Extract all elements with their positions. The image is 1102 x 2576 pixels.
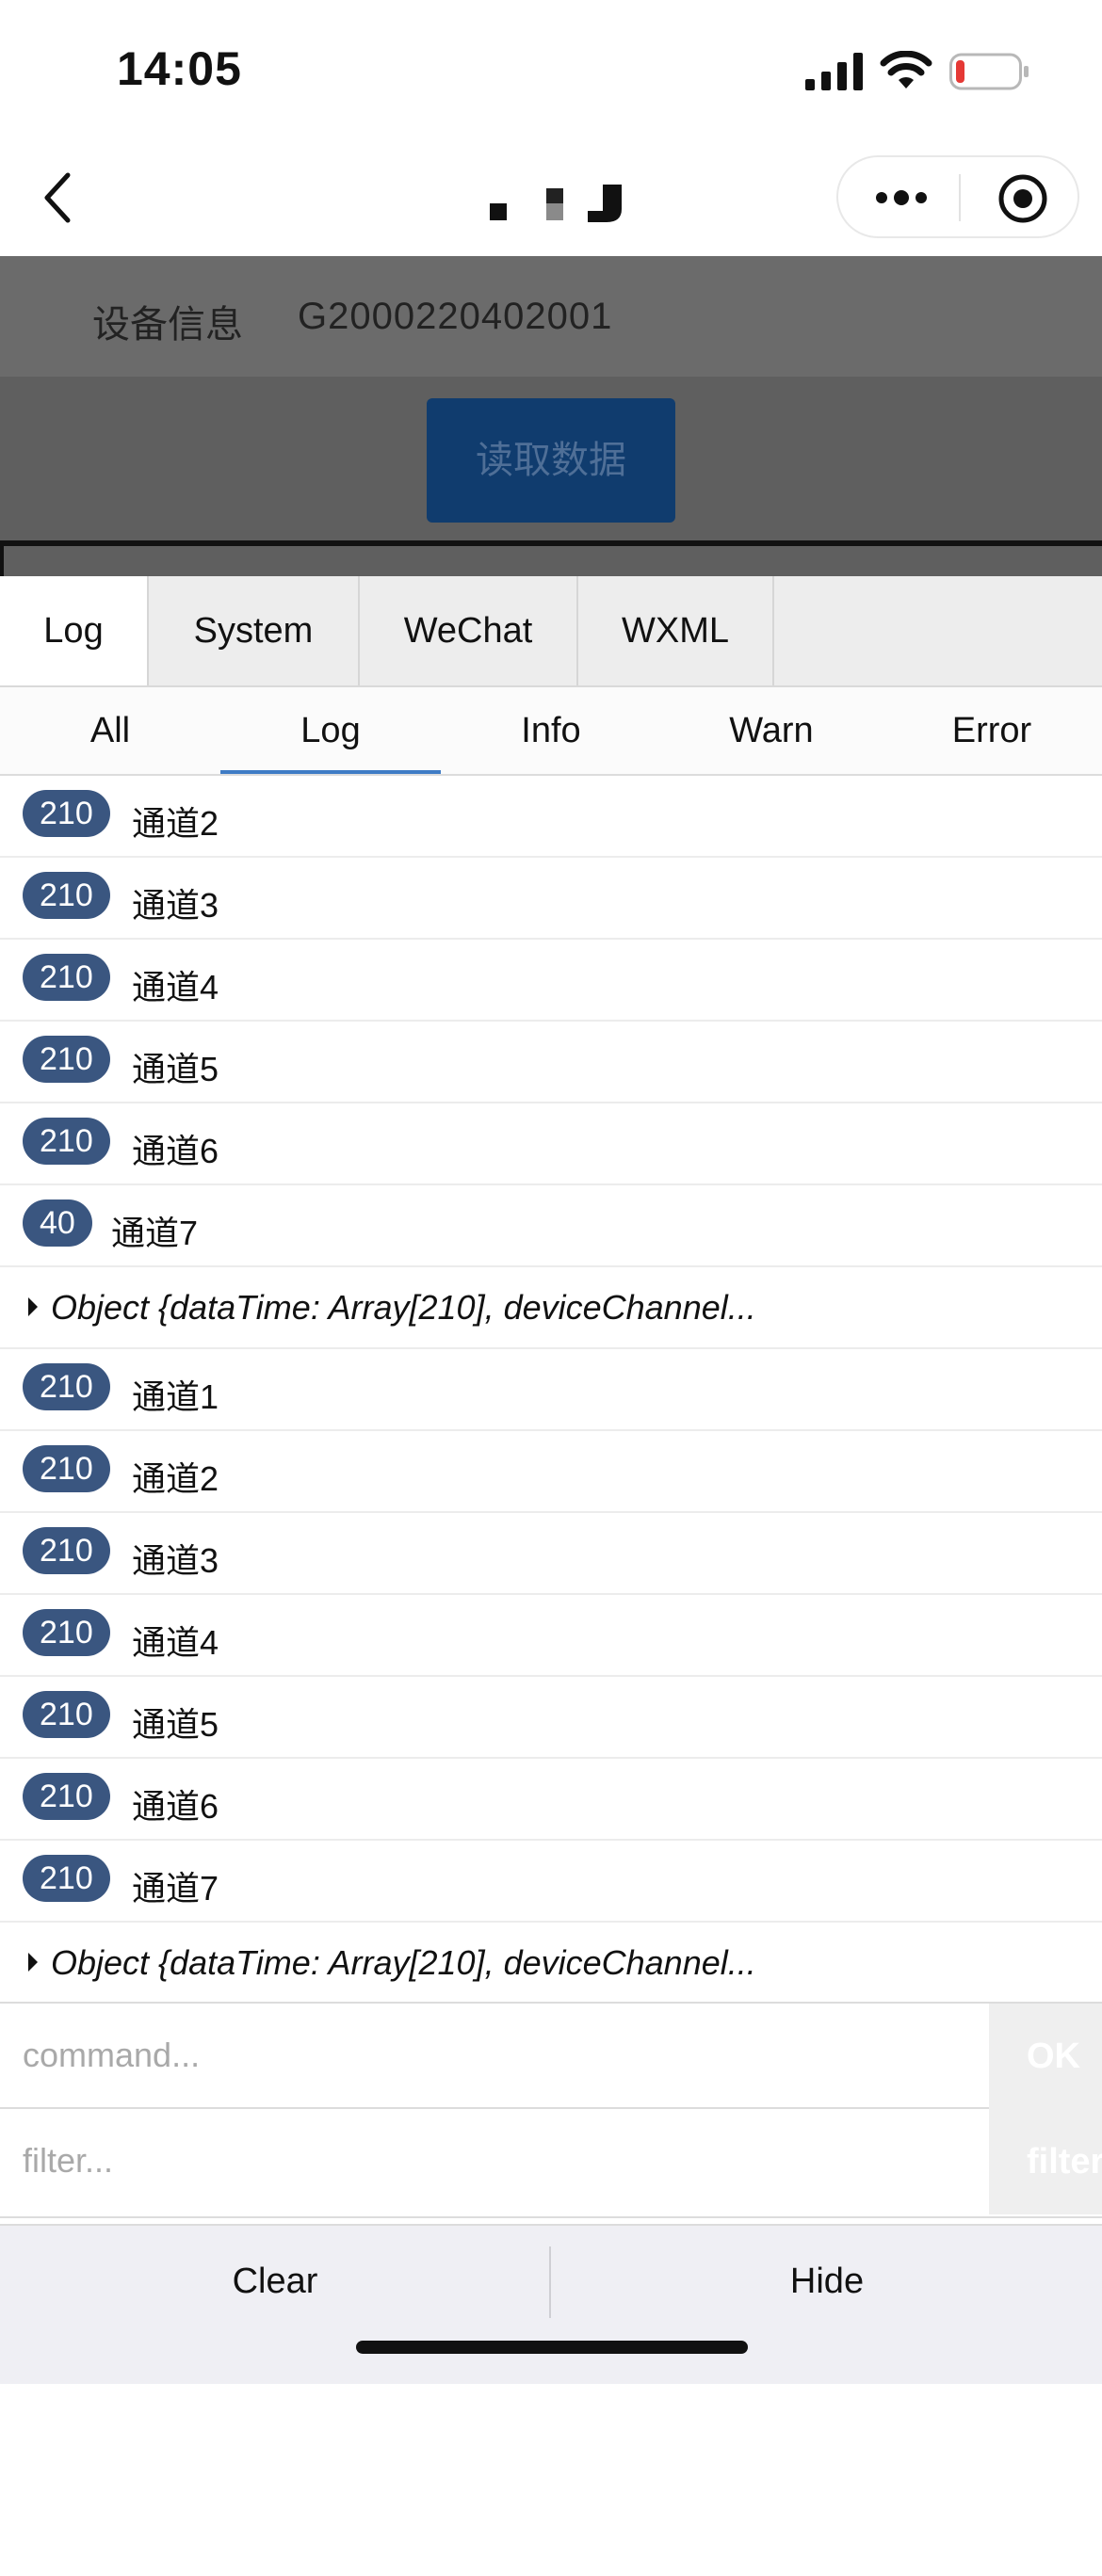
log-message: 通道1 — [132, 1377, 219, 1416]
log-row: 210 通道6 — [0, 1103, 1102, 1185]
log-message: 通道2 — [132, 804, 219, 843]
log-object-row[interactable]: Object {dataTime: Array[210], deviceChan… — [0, 1923, 1102, 2004]
log-message: 通道3 — [132, 1541, 219, 1580]
log-row: 210 通道2 — [0, 776, 1102, 858]
repeat-count-badge: 210 — [23, 1609, 110, 1656]
log-message: 通道4 — [132, 1623, 219, 1662]
footer-divider — [549, 2246, 551, 2318]
more-icon[interactable] — [874, 185, 929, 210]
repeat-count-badge: 210 — [23, 1445, 110, 1492]
page-background: 设备信息 G2000220402001 读取数据 — [0, 256, 1102, 576]
status-time: 14:05 — [117, 42, 242, 95]
device-id-value: G2000220402001 — [298, 296, 613, 337]
caret-right-icon[interactable] — [26, 1296, 40, 1318]
filter-button[interactable]: filter — [989, 2109, 1102, 2214]
nav-bar — [0, 141, 1102, 256]
tab-wechat[interactable]: WeChat — [360, 576, 578, 685]
command-ok-button[interactable]: OK — [989, 2004, 1102, 2109]
subtab-warn[interactable]: Warn — [661, 687, 882, 774]
log-message: 通道3 — [132, 886, 219, 925]
log-message: 通道4 — [132, 968, 219, 1006]
filter-row: filter — [0, 2109, 1102, 2218]
log-row: 210 通道5 — [0, 1022, 1102, 1103]
log-row: 210 通道3 — [0, 1513, 1102, 1595]
log-row: 210 通道2 — [0, 1431, 1102, 1513]
log-message: 通道7 — [111, 1214, 199, 1252]
caret-right-icon[interactable] — [26, 1951, 40, 1973]
signal-icon — [805, 53, 863, 90]
tab-wxml[interactable]: WXML — [578, 576, 774, 685]
repeat-count-badge: 210 — [23, 1118, 110, 1165]
console-footer: Clear Hide — [0, 2224, 1102, 2384]
log-message: 通道6 — [132, 1132, 219, 1170]
log-message: 通道7 — [132, 1869, 219, 1908]
log-message: 通道5 — [132, 1050, 219, 1088]
back-icon[interactable] — [36, 166, 83, 230]
subtab-all[interactable]: All — [0, 687, 220, 774]
capsule-divider — [959, 174, 961, 221]
device-info-label: 设备信息 — [92, 304, 243, 346]
tab-system[interactable]: System — [149, 576, 360, 685]
menu-capsule — [836, 155, 1079, 238]
repeat-count-badge: 40 — [23, 1199, 92, 1247]
hide-button[interactable]: Hide — [552, 2226, 1102, 2337]
log-row: 210 通道4 — [0, 940, 1102, 1022]
page-divider — [0, 540, 1102, 546]
repeat-count-badge: 210 — [23, 872, 110, 919]
log-row: 210 通道1 — [0, 1349, 1102, 1431]
status-bar: 14:05 — [0, 0, 1102, 141]
repeat-count-badge: 210 — [23, 1691, 110, 1738]
log-object-summary[interactable]: Object {dataTime: Array[210], deviceChan… — [51, 1943, 756, 1983]
log-message: 通道2 — [132, 1459, 219, 1498]
wifi-icon — [880, 51, 932, 89]
filter-input[interactable] — [0, 2109, 989, 2213]
vconsole-panel: Log System WeChat WXML All Log Info Warn… — [0, 576, 1102, 2384]
command-input[interactable] — [0, 2004, 989, 2107]
battery-icon — [949, 53, 1029, 90]
device-info-row: 设备信息 G2000220402001 — [0, 256, 1102, 377]
repeat-count-badge: 210 — [23, 1773, 110, 1820]
log-object-summary[interactable]: Object {dataTime: Array[210], deviceChan… — [51, 1288, 756, 1328]
log-row: 210 通道6 — [0, 1759, 1102, 1841]
repeat-count-badge: 210 — [23, 790, 110, 837]
subtab-info[interactable]: Info — [441, 687, 661, 774]
subtab-log[interactable]: Log — [220, 687, 441, 774]
clear-button[interactable]: Clear — [0, 2226, 550, 2337]
log-row: 210 通道5 — [0, 1677, 1102, 1759]
tab-log[interactable]: Log — [0, 576, 149, 685]
page-divider-edge — [0, 540, 4, 576]
nav-title-logo-icon — [490, 185, 622, 222]
home-indicator[interactable] — [356, 2341, 748, 2354]
repeat-count-badge: 210 — [23, 954, 110, 1001]
target-icon[interactable] — [997, 172, 1049, 225]
repeat-count-badge: 210 — [23, 1036, 110, 1083]
console-top-tabs: Log System WeChat WXML — [0, 576, 1102, 687]
log-message: 通道5 — [132, 1705, 219, 1744]
repeat-count-badge: 210 — [23, 1855, 110, 1902]
log-level-tabs: All Log Info Warn Error — [0, 687, 1102, 776]
log-row: 210 通道3 — [0, 858, 1102, 940]
command-row: OK — [0, 2002, 1102, 2109]
log-message: 通道6 — [132, 1787, 219, 1826]
log-row: 210 通道4 — [0, 1595, 1102, 1677]
repeat-count-badge: 210 — [23, 1527, 110, 1574]
log-row: 40 通道7 — [0, 1185, 1102, 1267]
subtab-error[interactable]: Error — [882, 687, 1102, 774]
read-data-button[interactable]: 读取数据 — [427, 398, 675, 523]
log-row: 210 通道7 — [0, 1841, 1102, 1923]
log-object-row[interactable]: Object {dataTime: Array[210], deviceChan… — [0, 1267, 1102, 1349]
repeat-count-badge: 210 — [23, 1363, 110, 1410]
